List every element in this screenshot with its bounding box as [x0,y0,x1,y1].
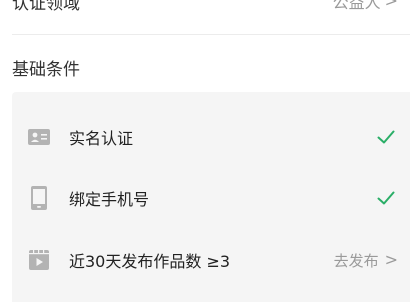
section-title: 基础条件 [12,60,80,80]
video-icon [28,249,50,271]
condition-label: 近30天发布作品数 ≥3 [69,252,231,271]
condition-label: 绑定手机号 [69,190,150,209]
condition-label: 实名认证 [69,129,134,148]
certification-field-label: 认证领域 [12,0,80,14]
condition-row-bind-phone: 绑定手机号 [12,178,410,218]
condition-row-publish-works: 近30天发布作品数 ≥3 去发布 > [12,240,410,280]
divider [12,34,410,35]
conditions-panel: 实名认证 绑定手机号 近30天发布作品数 ≥3 去发布 > [12,92,410,302]
certification-field-value: 公益人 [332,0,381,12]
publish-action-button[interactable]: 去发布 > [334,250,398,271]
checkmark-icon [376,127,396,147]
condition-row-real-name: 实名认证 [12,117,410,157]
chevron-right-icon: > [384,250,398,269]
id-card-icon [28,126,50,148]
phone-icon [28,186,50,210]
publish-action-label: 去发布 [333,251,379,270]
chevron-right-icon: > [384,0,398,10]
certification-field-row[interactable]: 认证领域 公益人 > [0,0,410,18]
checkmark-icon [376,188,396,208]
certification-field-value-wrap: 公益人 > [333,0,398,13]
